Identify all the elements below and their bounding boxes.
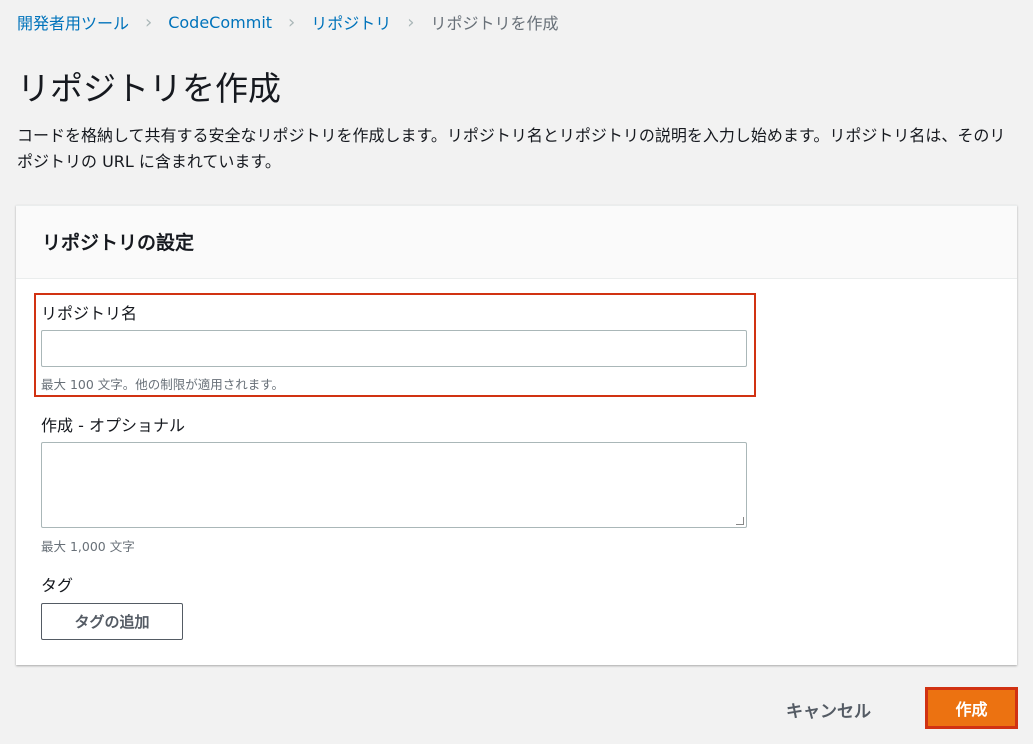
repository-settings-panel: リポジトリの設定 リポジトリ名 最大 100 文字。他の制限が適用されます。 作…	[16, 205, 1017, 665]
description-hint: 最大 1,000 文字	[41, 539, 135, 554]
chevron-right-icon: ›	[145, 11, 153, 33]
description-textarea[interactable]	[41, 442, 747, 528]
create-button[interactable]: 作成	[925, 687, 1018, 729]
breadcrumb-codecommit[interactable]: CodeCommit	[168, 13, 272, 32]
description-label: 作成 - オプショナル	[41, 416, 185, 435]
tags-label: タグ	[41, 576, 74, 595]
breadcrumb: 開発者用ツール › CodeCommit › リポジトリ › リポジトリを作成	[17, 10, 558, 34]
breadcrumb-developer-tools[interactable]: 開発者用ツール	[17, 10, 129, 34]
repository-name-input[interactable]	[41, 330, 747, 367]
add-tag-button[interactable]: タグの追加	[41, 603, 183, 640]
page-title: リポジトリを作成	[17, 69, 281, 108]
chevron-right-icon: ›	[288, 11, 296, 33]
cancel-button[interactable]: キャンセル	[786, 697, 871, 722]
breadcrumb-current: リポジトリを作成	[430, 14, 559, 33]
resize-handle-icon[interactable]	[736, 517, 744, 525]
repository-name-hint: 最大 100 文字。他の制限が適用されます。	[41, 377, 285, 392]
breadcrumb-repositories[interactable]: リポジトリ	[311, 10, 391, 34]
page-description: コードを格納して共有する安全なリポジトリを作成します。リポジトリ名とリポジトリの…	[17, 126, 1006, 171]
panel-title: リポジトリの設定	[16, 206, 1017, 279]
repository-name-label: リポジトリ名	[41, 304, 138, 323]
chevron-right-icon: ›	[407, 11, 415, 33]
